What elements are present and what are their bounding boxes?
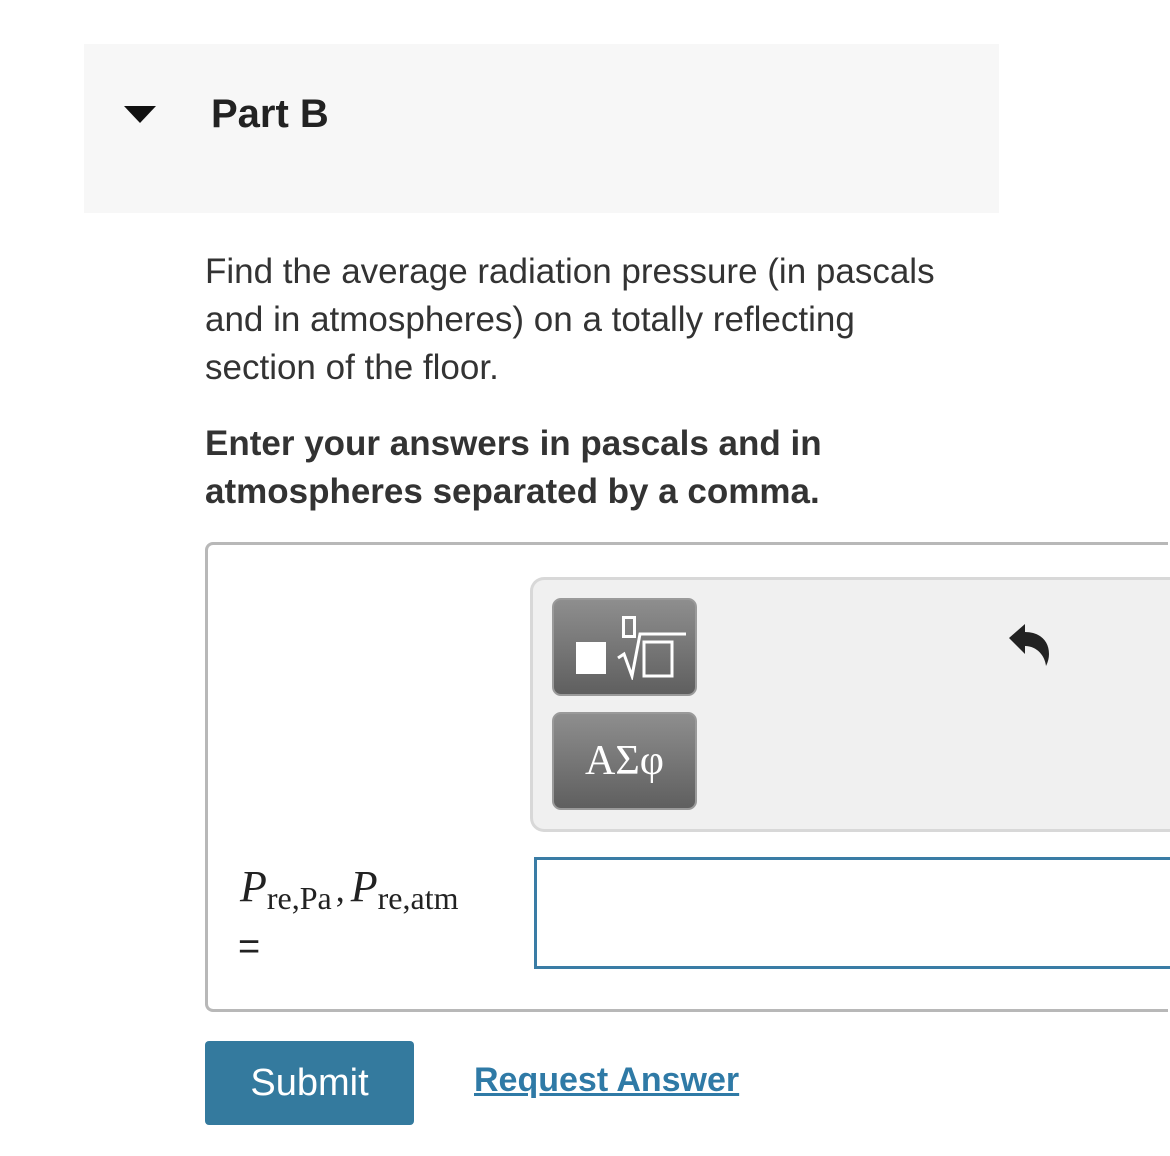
math-toolbar: ΑΣφ	[530, 577, 1170, 832]
templates-button[interactable]	[552, 598, 697, 696]
subscript-re-pa: re,Pa	[266, 880, 332, 916]
part-title: Part B	[211, 92, 329, 136]
greek-symbols-label: ΑΣφ	[584, 738, 665, 784]
undo-icon	[1009, 624, 1049, 666]
variable-p-pa: P	[240, 862, 267, 911]
request-answer-link[interactable]: Request Answer	[474, 1058, 739, 1102]
caret-down-icon[interactable]	[124, 106, 156, 123]
variable-separator: ,	[335, 869, 345, 909]
undo-button[interactable]	[1005, 618, 1055, 670]
answer-instruction: Enter your answers in pascals and in atm…	[205, 424, 822, 511]
subscript-re-atm: re,atm	[377, 880, 459, 916]
answer-input[interactable]	[534, 857, 1170, 969]
greek-symbols-button[interactable]: ΑΣφ	[552, 712, 697, 810]
question-text: Find the average radiation pressure (in …	[205, 252, 935, 387]
answer-variable-label: Pre,Pa, Pre,atm	[240, 861, 458, 916]
variable-p-atm: P	[350, 862, 378, 911]
answer-box: ΑΣφ Pre,Pa, Pre,atm =	[205, 542, 1170, 1012]
square-root-icon	[617, 632, 686, 680]
equals-sign: =	[238, 926, 261, 968]
filled-box-icon	[576, 642, 606, 674]
part-header[interactable]: Part B	[84, 44, 999, 213]
submit-button[interactable]: Submit	[205, 1041, 414, 1125]
